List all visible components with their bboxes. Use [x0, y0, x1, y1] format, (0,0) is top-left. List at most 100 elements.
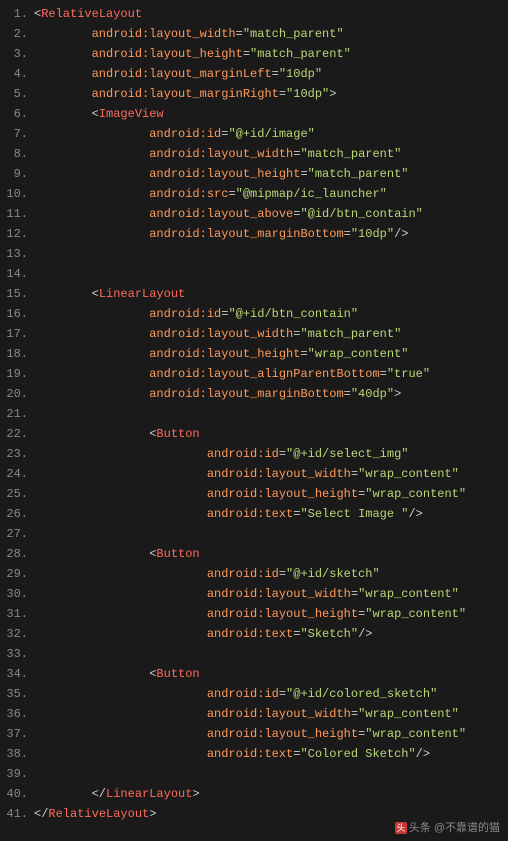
token-punct: = [351, 707, 358, 721]
token-str: "Sketch" [300, 627, 358, 641]
token-attr: android:layout_height [92, 47, 243, 61]
line-number: 10. [0, 184, 34, 204]
code-line: 26. android:text="Select Image "/> [0, 504, 508, 524]
code-content: android:text="Colored Sketch"/> [34, 744, 430, 764]
token-tag: Button [156, 547, 199, 561]
line-number: 33. [0, 644, 34, 664]
token-attr: android:layout_height [207, 607, 358, 621]
token-punct: = [279, 687, 286, 701]
token-str: "match_parent" [300, 327, 401, 341]
code-content: android:id="@+id/image" [34, 124, 315, 144]
line-number: 26. [0, 504, 34, 524]
token-str: "@id/btn_contain" [300, 207, 422, 221]
line-number: 1. [0, 4, 34, 24]
line-number: 9. [0, 164, 34, 184]
token-str: "wrap_content" [365, 607, 466, 621]
line-number: 32. [0, 624, 34, 644]
code-content: android:layout_width="match_parent" [34, 324, 401, 344]
token-str: "true" [387, 367, 430, 381]
token-attr: android:layout_width [149, 327, 293, 341]
line-number: 11. [0, 204, 34, 224]
line-number: 22. [0, 424, 34, 444]
code-line: 37. android:layout_height="wrap_content" [0, 724, 508, 744]
line-number: 7. [0, 124, 34, 144]
token-attr: android:layout_width [207, 467, 351, 481]
code-content: android:layout_marginBottom="10dp"/> [34, 224, 408, 244]
code-content: <Button [34, 544, 200, 564]
token-punct: > [149, 807, 156, 821]
line-number: 25. [0, 484, 34, 504]
token-tag: LinearLayout [99, 287, 185, 301]
token-attr: android:layout_marginRight [92, 87, 279, 101]
code-content: android:layout_height="wrap_content" [34, 344, 408, 364]
token-str: "10dp" [286, 87, 329, 101]
token-attr: android:id [149, 307, 221, 321]
token-punct: = [272, 67, 279, 81]
line-number: 37. [0, 724, 34, 744]
token-attr: android:layout_height [207, 727, 358, 741]
token-tag: Button [156, 667, 199, 681]
code-content: </LinearLayout> [34, 784, 200, 804]
code-line: 12. android:layout_marginBottom="10dp"/> [0, 224, 508, 244]
code-line: 32. android:text="Sketch"/> [0, 624, 508, 644]
line-number: 24. [0, 464, 34, 484]
watermark-logo-icon: 头 [395, 822, 407, 834]
token-attr: android:text [207, 747, 293, 761]
token-attr: android:id [207, 447, 279, 461]
token-punct: = [236, 27, 243, 41]
token-punct: = [243, 47, 250, 61]
token-tag: LinearLayout [106, 787, 192, 801]
code-line: 36. android:layout_width="wrap_content" [0, 704, 508, 724]
code-line: 20. android:layout_marginBottom="40dp"> [0, 384, 508, 404]
code-line: 8. android:layout_width="match_parent" [0, 144, 508, 164]
code-content: android:layout_height="wrap_content" [34, 484, 466, 504]
code-content: android:id="@+id/sketch" [34, 564, 380, 584]
code-line: 40. </LinearLayout> [0, 784, 508, 804]
line-number: 29. [0, 564, 34, 584]
token-punct: = [344, 387, 351, 401]
watermark-prefix: 头条 [409, 822, 431, 834]
line-number: 40. [0, 784, 34, 804]
code-content: android:layout_height="wrap_content" [34, 724, 466, 744]
code-line: 25. android:layout_height="wrap_content" [0, 484, 508, 504]
code-line: 16. android:id="@+id/btn_contain" [0, 304, 508, 324]
line-number: 5. [0, 84, 34, 104]
code-line: 14. [0, 264, 508, 284]
line-number: 20. [0, 384, 34, 404]
line-number: 31. [0, 604, 34, 624]
token-attr: android:layout_height [207, 487, 358, 501]
code-line: 11. android:layout_above="@id/btn_contai… [0, 204, 508, 224]
code-line: 5. android:layout_marginRight="10dp"> [0, 84, 508, 104]
line-number: 2. [0, 24, 34, 44]
code-line: 38. android:text="Colored Sketch"/> [0, 744, 508, 764]
line-number: 6. [0, 104, 34, 124]
token-attr: android:id [207, 687, 279, 701]
code-content: android:layout_width="wrap_content" [34, 584, 459, 604]
code-content: </RelativeLayout> [34, 804, 156, 824]
code-content: android:id="@+id/colored_sketch" [34, 684, 437, 704]
token-punct: < [92, 287, 99, 301]
token-str: "wrap_content" [365, 727, 466, 741]
token-str: "@+id/select_img" [286, 447, 408, 461]
token-punct: </ [92, 787, 106, 801]
code-content: <RelativeLayout [34, 4, 142, 24]
watermark: 头头条 @不靠谱的猫 [395, 819, 500, 835]
token-attr: android:text [207, 627, 293, 641]
code-content: android:text="Sketch"/> [34, 624, 372, 644]
line-number: 28. [0, 544, 34, 564]
token-punct: < [92, 107, 99, 121]
token-str: "@+id/colored_sketch" [286, 687, 437, 701]
code-line: 18. android:layout_height="wrap_content" [0, 344, 508, 364]
code-line: 39. [0, 764, 508, 784]
line-number: 38. [0, 744, 34, 764]
token-punct: = [228, 187, 235, 201]
token-punct: = [380, 367, 387, 381]
token-str: "Colored Sketch" [300, 747, 415, 761]
token-punct: /> [358, 627, 372, 641]
code-block: 1.<RelativeLayout2. android:layout_width… [0, 0, 508, 828]
line-number: 13. [0, 244, 34, 264]
code-line: 15. <LinearLayout [0, 284, 508, 304]
token-tag: ImageView [99, 107, 164, 121]
token-attr: android:layout_alignParentBottom [149, 367, 379, 381]
code-line: 13. [0, 244, 508, 264]
